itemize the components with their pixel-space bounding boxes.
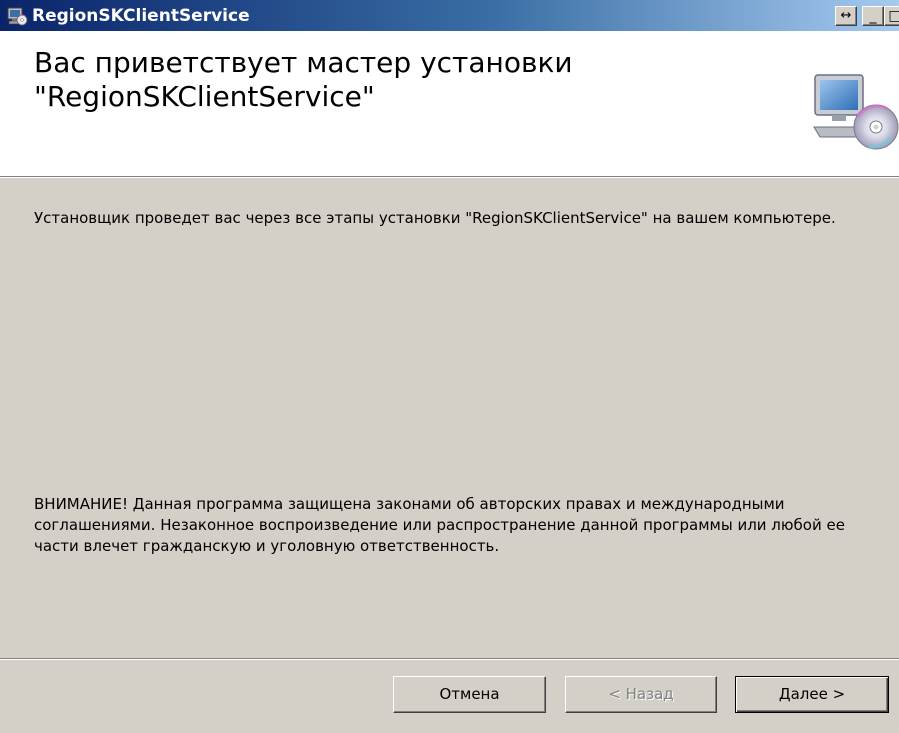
intro-text: Установщик проведет вас через все этапы … [34, 209, 836, 227]
maximize-icon: □ [888, 8, 899, 24]
maximize-button[interactable]: □ [884, 6, 899, 26]
wizard-heading: Вас приветствует мастер установки "Regio… [34, 46, 573, 113]
minimize-icon: _ [869, 8, 877, 24]
resize-button[interactable]: ↔ [835, 6, 857, 26]
minimize-button[interactable]: _ [862, 6, 884, 26]
cancel-button[interactable]: Отмена [393, 676, 546, 713]
title-bar[interactable]: RegionSKClientService ↔ _ □ X [0, 0, 899, 31]
installer-window: RegionSKClientService ↔ _ □ X Вас привет… [0, 0, 899, 733]
back-button[interactable]: < Назад [565, 676, 717, 713]
next-button[interactable]: Далее > [735, 676, 889, 713]
installer-app-icon [7, 7, 28, 26]
copyright-warning-text: ВНИМАНИЕ! Данная программа защищена зако… [34, 495, 845, 555]
resize-arrows-icon: ↔ [840, 8, 852, 23]
footer-divider-highlight [0, 659, 899, 660]
banner-divider [0, 177, 899, 178]
computer-disc-icon [813, 74, 899, 150]
window-title: RegionSKClientService [32, 6, 250, 26]
